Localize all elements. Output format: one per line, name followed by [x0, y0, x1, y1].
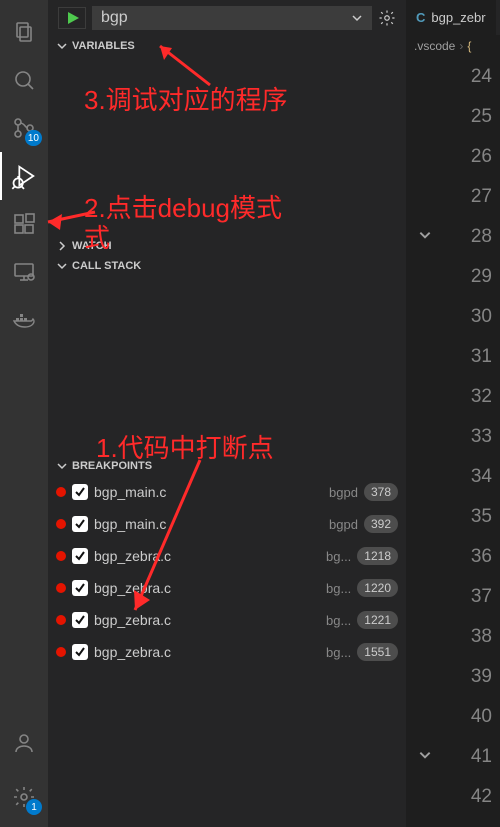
breakpoint-row[interactable]: bgp_zebra.c bg... 1551	[56, 636, 398, 668]
scm-badge: 10	[25, 130, 42, 146]
breakpoint-line-badge: 392	[364, 515, 398, 533]
debug-settings-button[interactable]	[378, 9, 396, 27]
breakpoint-folder: bg...	[326, 581, 351, 596]
chevron-down-icon	[56, 260, 68, 272]
line-number[interactable]: 41	[406, 737, 500, 777]
chevron-down-icon	[351, 12, 363, 24]
breakpoint-checkbox[interactable]	[72, 612, 88, 628]
line-number[interactable]: 30	[406, 297, 500, 337]
variables-body	[48, 56, 406, 236]
breakpoint-folder: bg...	[326, 613, 351, 628]
line-number[interactable]: 27	[406, 177, 500, 217]
line-number[interactable]: 39	[406, 657, 500, 697]
breakpoint-row[interactable]: bgp_zebra.c bg... 1221	[56, 604, 398, 636]
line-number[interactable]: 34	[406, 457, 500, 497]
breakpoint-checkbox[interactable]	[72, 516, 88, 532]
debug-config-name: bgp	[101, 9, 128, 27]
remote-explorer-icon[interactable]	[0, 248, 48, 296]
breakpoint-file: bgp_main.c	[94, 516, 323, 532]
line-number[interactable]: 24	[406, 57, 500, 97]
breakpoint-checkbox[interactable]	[72, 580, 88, 596]
accounts-icon[interactable]	[0, 719, 48, 767]
debug-config-select[interactable]: bgp	[92, 6, 372, 30]
source-control-icon[interactable]: 10	[0, 104, 48, 152]
breakpoint-line-badge: 1218	[357, 547, 398, 565]
start-debug-button[interactable]	[59, 8, 85, 28]
fold-chevron-icon[interactable]	[418, 746, 432, 768]
section-callstack[interactable]: CALL STACK	[48, 256, 406, 276]
breakpoint-folder: bg...	[326, 645, 351, 660]
line-number[interactable]: 35	[406, 497, 500, 537]
breakpoint-line-badge: 378	[364, 483, 398, 501]
line-number[interactable]: 31	[406, 337, 500, 377]
breakpoint-folder: bgpd	[329, 517, 358, 532]
tab-bar: C bgp_zebr	[406, 0, 500, 35]
line-gutter[interactable]: 24252627282930313233343536373839404142	[406, 57, 500, 817]
section-watch[interactable]: WATCH	[48, 236, 406, 256]
callstack-body	[48, 276, 406, 456]
activity-bar: 10 1	[0, 0, 48, 827]
extensions-icon[interactable]	[0, 200, 48, 248]
settings-gear-icon[interactable]: 1	[0, 773, 48, 821]
line-number[interactable]: 26	[406, 137, 500, 177]
line-number[interactable]: 33	[406, 417, 500, 457]
run-debug-icon[interactable]	[0, 152, 48, 200]
breakpoint-file: bgp_zebra.c	[94, 612, 320, 628]
c-file-icon: C	[416, 10, 425, 25]
breakpoint-dot-icon	[56, 519, 66, 529]
chevron-down-icon	[56, 40, 68, 52]
editor-area: C bgp_zebr .vscode › { 24252627282930313…	[406, 0, 500, 827]
breakpoint-file: bgp_zebra.c	[94, 580, 320, 596]
search-icon[interactable]	[0, 56, 48, 104]
breakpoint-row[interactable]: bgp_zebra.c bg... 1218	[56, 540, 398, 572]
debug-sidebar: bgp VARIABLES WATCH CALL STACK BREAKPOIN…	[48, 0, 406, 827]
line-number[interactable]: 32	[406, 377, 500, 417]
chevron-down-icon	[56, 460, 68, 472]
breakpoint-checkbox[interactable]	[72, 484, 88, 500]
editor-tab[interactable]: C bgp_zebr	[406, 0, 496, 35]
breakpoint-line-badge: 1220	[357, 579, 398, 597]
breakpoint-line-badge: 1221	[357, 611, 398, 629]
breakpoint-dot-icon	[56, 615, 66, 625]
line-number[interactable]: 36	[406, 537, 500, 577]
breakpoint-file: bgp_main.c	[94, 484, 323, 500]
line-number[interactable]: 37	[406, 577, 500, 617]
line-number[interactable]: 38	[406, 617, 500, 657]
line-number[interactable]: 28	[406, 217, 500, 257]
breadcrumb[interactable]: .vscode › {	[406, 35, 500, 57]
breakpoints-list: bgp_main.cbgpd378bgp_main.cbgpd392bgp_ze…	[48, 476, 406, 668]
breakpoint-file: bgp_zebra.c	[94, 644, 320, 660]
breakpoint-row[interactable]: bgp_main.c bgpd 392	[56, 508, 398, 540]
line-number[interactable]: 40	[406, 697, 500, 737]
section-variables[interactable]: VARIABLES	[48, 36, 406, 56]
explorer-icon[interactable]	[0, 8, 48, 56]
breakpoint-file: bgp_zebra.c	[94, 548, 320, 564]
fold-chevron-icon[interactable]	[418, 226, 432, 248]
docker-icon[interactable]	[0, 296, 48, 344]
breakpoint-dot-icon	[56, 551, 66, 561]
line-number[interactable]: 29	[406, 257, 500, 297]
line-number[interactable]: 42	[406, 777, 500, 817]
breakpoint-dot-icon	[56, 647, 66, 657]
breakpoint-checkbox[interactable]	[72, 644, 88, 660]
settings-badge: 1	[26, 799, 42, 815]
tab-filename: bgp_zebr	[431, 10, 485, 25]
breakpoint-dot-icon	[56, 487, 66, 497]
line-number[interactable]: 25	[406, 97, 500, 137]
breakpoint-checkbox[interactable]	[72, 548, 88, 564]
chevron-right-icon	[56, 240, 68, 252]
breakpoint-line-badge: 1551	[357, 643, 398, 661]
section-breakpoints[interactable]: BREAKPOINTS	[48, 456, 406, 476]
breakpoint-folder: bgpd	[329, 485, 358, 500]
breakpoint-dot-icon	[56, 583, 66, 593]
breakpoint-row[interactable]: bgp_zebra.c bg... 1220	[56, 572, 398, 604]
breakpoint-folder: bg...	[326, 549, 351, 564]
breakpoint-row[interactable]: bgp_main.c bgpd 378	[56, 476, 398, 508]
